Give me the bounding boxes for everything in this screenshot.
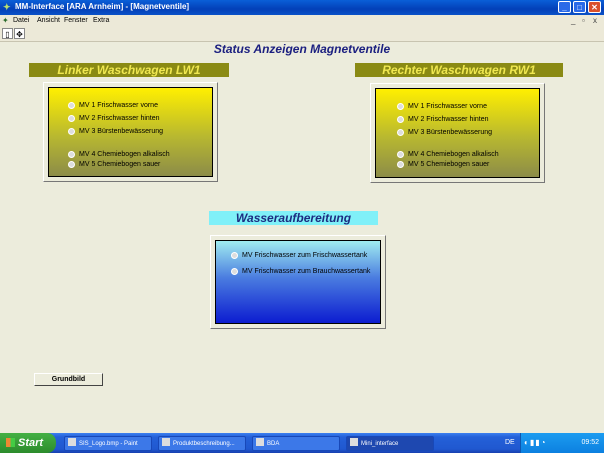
menu-fenster[interactable]: Fenster [64,17,88,24]
taskbar-item-mini-interface[interactable]: Mini_interface [346,436,434,451]
menu-datei[interactable]: Datei [13,17,29,24]
taskbar-item-produktbeschreibung[interactable]: Produktbeschreibung... [158,436,246,451]
paint-icon [68,438,76,446]
radio-indicator-icon [397,116,404,123]
grundbild-button[interactable]: Grundbild [34,373,103,386]
menu-extra[interactable]: Extra [93,17,109,24]
left-valve-mv2[interactable]: MV 2 Frischwasser hinten [68,114,160,123]
right-valve-mv5[interactable]: MV 5 Chemiebogen sauer [397,160,489,169]
maximize-button[interactable]: □ [573,1,586,13]
left-valve-mv3[interactable]: MV 3 Bürstenbewässerung [68,127,163,136]
right-panel-title: Rechter Waschwagen RW1 [355,63,563,77]
menu-bar: ✦ Datei Ansicht Fenster Extra _ ▫ x [0,15,604,26]
radio-indicator-icon [397,161,404,168]
right-valve-mv3[interactable]: MV 3 Bürstenbewässerung [397,128,492,137]
right-valve-mv2[interactable]: MV 2 Frischwasser hinten [397,115,489,124]
word-document-icon [162,438,170,446]
left-valve-mv4[interactable]: MV 4 Chemiebogen alkalisch [68,150,170,159]
radio-indicator-icon [68,115,75,122]
radio-indicator-icon [68,128,75,135]
radio-indicator-icon [231,268,238,275]
app-icon [350,438,358,446]
water-valve-frischwassertank[interactable]: MV Frischwasser zum Frischwassertank [231,251,367,260]
radio-indicator-icon [68,151,75,158]
tray-icons[interactable]: ◐▮▮◔ [524,438,546,447]
left-valve-mv1[interactable]: MV 1 Frischwasser vorne [68,101,158,110]
close-button[interactable]: ✕ [588,1,601,13]
water-valve-panel: MV Frischwasser zum Frischwassertank MV … [210,235,386,329]
start-button[interactable]: Start [0,433,56,453]
language-indicator[interactable]: DE [505,439,515,446]
radio-indicator-icon [397,129,404,136]
document-icon: ✦ [2,16,9,25]
right-valve-mv4[interactable]: MV 4 Chemiebogen alkalisch [397,150,499,159]
water-valve-brauchwassertank[interactable]: MV Frischwasser zum Brauchwassertank [231,267,370,276]
system-tray: ◐▮▮◔ 09:52 [520,433,604,453]
toolbar: ▯ ✥ [0,26,604,42]
radio-indicator-icon [397,103,404,110]
right-valve-panel: MV 1 Frischwasser vorne MV 2 Frischwasse… [370,83,545,183]
minimize-button[interactable]: _ [558,1,571,13]
mdi-close-icon[interactable]: x [593,16,597,25]
window-titlebar[interactable]: ✦ MM-Interface [ARA Arnheim] - [Magnetve… [0,0,604,15]
menu-ansicht[interactable]: Ansicht [37,17,60,24]
client-area: Status Anzeigen Magnetventile Linker Was… [0,42,604,433]
taskbar-item-bda[interactable]: BDA [252,436,340,451]
page-title: Status Anzeigen Magnetventile [213,42,391,56]
water-panel-title: Wasseraufbereitung [209,211,378,225]
radio-indicator-icon [68,161,75,168]
clock: 09:52 [581,439,599,446]
app-icon: ✦ [3,2,11,12]
left-valve-list: MV 1 Frischwasser vorne MV 2 Frischwasse… [48,87,213,177]
left-valve-mv5[interactable]: MV 5 Chemiebogen sauer [68,160,160,169]
radio-indicator-icon [68,102,75,109]
taskbar: Start SIS_Logo.bmp - Paint Produktbeschr… [0,433,604,453]
right-valve-list: MV 1 Frischwasser vorne MV 2 Frischwasse… [375,88,540,178]
radio-indicator-icon [231,252,238,259]
mdi-restore-icon[interactable]: ▫ [582,16,585,25]
left-panel-title: Linker Waschwagen LW1 [29,63,229,77]
right-valve-mv1[interactable]: MV 1 Frischwasser vorne [397,102,487,111]
folder-icon [256,438,264,446]
taskbar-item-paint[interactable]: SIS_Logo.bmp - Paint [64,436,152,451]
radio-indicator-icon [397,151,404,158]
windows-logo-icon [6,438,15,447]
new-document-icon[interactable]: ▯ [2,28,13,39]
water-valve-list: MV Frischwasser zum Frischwassertank MV … [215,240,381,324]
left-valve-panel: MV 1 Frischwasser vorne MV 2 Frischwasse… [43,82,218,182]
window-title: MM-Interface [ARA Arnheim] - [Magnetvent… [15,2,190,11]
navigate-icon[interactable]: ✥ [14,28,25,39]
mdi-minimize-icon[interactable]: _ [571,16,575,25]
